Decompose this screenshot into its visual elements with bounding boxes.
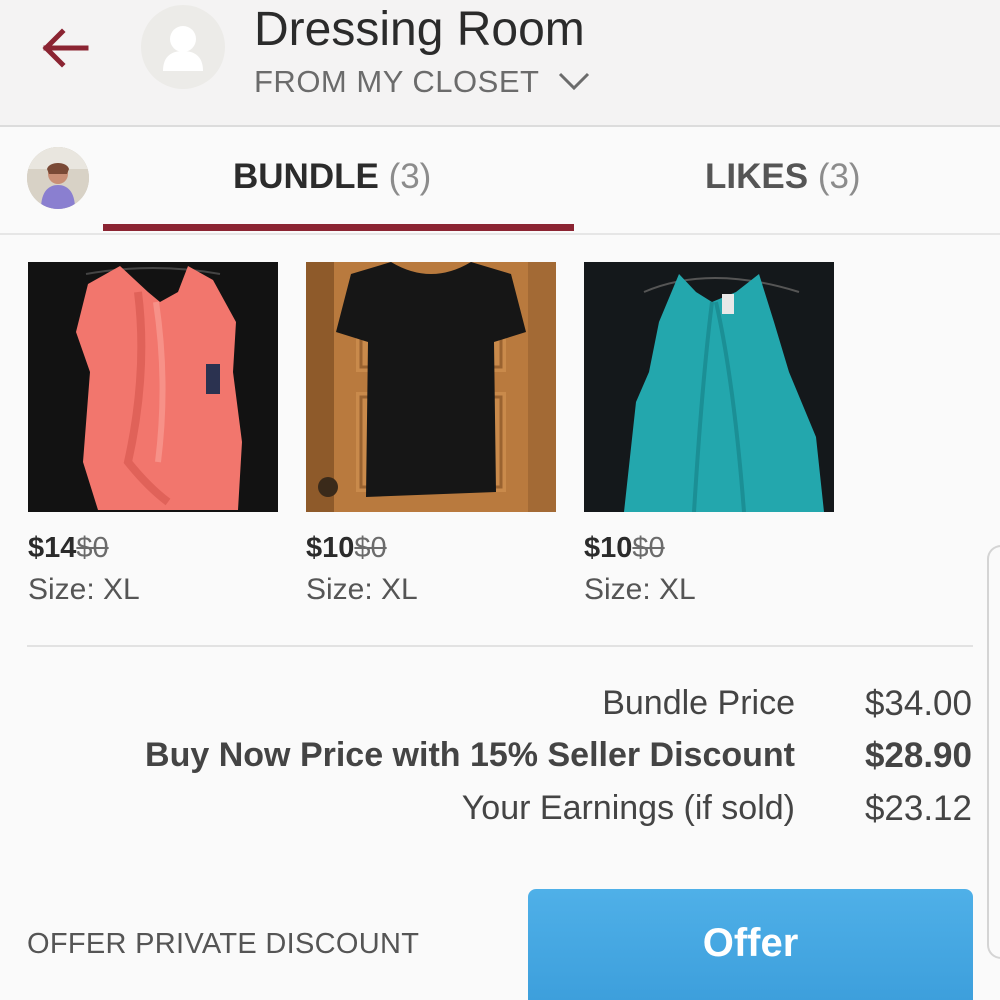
item-price-line: $10$0 — [584, 532, 834, 565]
offer-private-discount-button[interactable]: OFFER PRIVATE DISCOUNT — [27, 928, 419, 961]
item-price: $10 — [584, 532, 633, 564]
tab-bundle-count: (3) — [388, 157, 432, 196]
earnings-label: Your Earnings (if sold) — [461, 789, 795, 827]
item-original-price: $0 — [354, 532, 387, 564]
tab-bar: BUNDLE (3) LIKES (3) — [0, 127, 1000, 235]
bundle-item[interactable]: $10$0 Size: XL — [306, 262, 556, 607]
buy-now-price-label: Buy Now Price with 15% Seller Discount — [145, 736, 795, 774]
item-photo[interactable] — [28, 262, 278, 512]
closet-avatar[interactable] — [141, 5, 225, 89]
active-tab-indicator — [103, 224, 574, 231]
item-price: $14 — [28, 532, 77, 564]
tab-bundle[interactable]: BUNDLE (3) — [233, 157, 431, 197]
back-button[interactable] — [38, 22, 98, 74]
bundle-price-label: Bundle Price — [602, 684, 795, 722]
closet-selector-label: FROM MY CLOSET — [254, 64, 540, 99]
item-size: Size: XL — [584, 573, 696, 606]
closet-selector[interactable]: FROM MY CLOSET — [254, 64, 591, 100]
user-avatar[interactable] — [27, 147, 89, 209]
tab-bundle-label: BUNDLE — [233, 157, 379, 196]
item-price-line: $14$0 — [28, 532, 278, 565]
offer-button[interactable]: Offer — [528, 889, 973, 1000]
bundle-item[interactable]: $14$0 Size: XL — [28, 262, 278, 607]
item-original-price: $0 — [632, 532, 665, 564]
item-price-line: $10$0 — [306, 532, 556, 565]
app-header: Dressing Room FROM MY CLOSET — [0, 0, 1000, 127]
item-photo[interactable] — [584, 262, 834, 512]
chevron-down-icon — [559, 72, 590, 91]
item-size: Size: XL — [306, 573, 418, 606]
item-original-price: $0 — [76, 532, 109, 564]
user-photo-icon — [27, 147, 89, 209]
bundle-price-value: $34.00 — [864, 684, 972, 723]
item-price: $10 — [306, 532, 355, 564]
buy-now-price-value: $28.90 — [864, 736, 972, 775]
item-size: Size: XL — [28, 573, 140, 606]
user-silhouette-icon — [163, 26, 203, 71]
edge-panel-handle[interactable] — [987, 545, 1000, 959]
tab-likes-count: (3) — [817, 157, 861, 196]
arrow-left-icon — [42, 28, 89, 68]
item-photo[interactable] — [306, 262, 556, 512]
earnings-value: $23.12 — [864, 789, 972, 828]
divider — [27, 645, 973, 647]
tab-likes-label: LIKES — [705, 157, 809, 196]
bundle-item[interactable]: $10$0 Size: XL — [584, 262, 834, 607]
page-title: Dressing Room — [254, 3, 585, 56]
tab-likes[interactable]: LIKES (3) — [705, 157, 861, 197]
